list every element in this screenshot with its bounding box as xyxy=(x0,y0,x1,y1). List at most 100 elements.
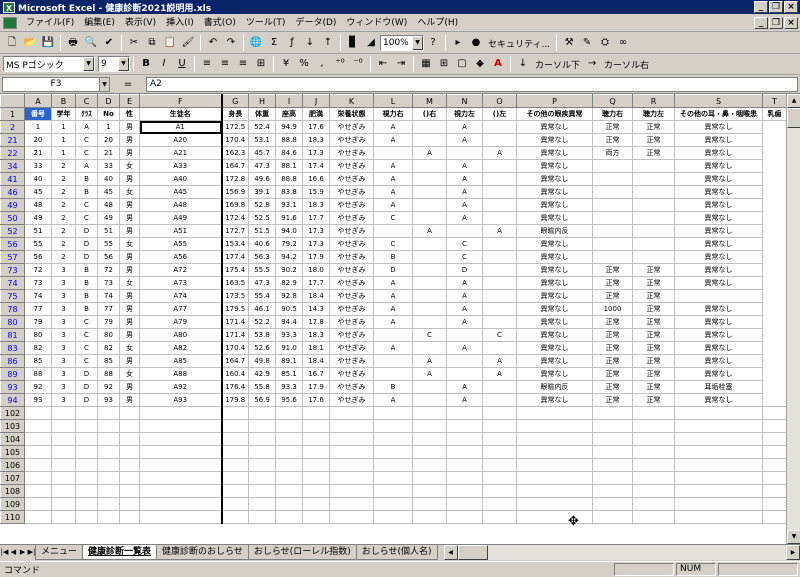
table-cell[interactable] xyxy=(412,133,447,147)
table-cell[interactable] xyxy=(482,302,517,316)
sort-descending-icon[interactable]: ↑ xyxy=(320,35,336,51)
table-cell[interactable]: 74 xyxy=(24,289,52,303)
table-cell[interactable] xyxy=(482,445,517,459)
table-cell[interactable] xyxy=(412,497,447,511)
table-cell[interactable]: 異常なし xyxy=(516,185,593,199)
table-cell[interactable]: 異常なし xyxy=(516,237,593,251)
table-cell[interactable] xyxy=(275,445,303,459)
increase-decimal-icon[interactable]: ⁺⁰ xyxy=(332,56,348,72)
table-cell[interactable] xyxy=(373,354,413,368)
table-cell[interactable]: C xyxy=(373,211,413,225)
options-icon[interactable]: ∞ xyxy=(615,35,631,51)
table-cell[interactable] xyxy=(632,406,675,420)
table-cell[interactable] xyxy=(329,497,374,511)
table-cell[interactable]: 17.9 xyxy=(302,250,330,264)
row-header[interactable]: 46 xyxy=(0,185,25,199)
table-cell[interactable] xyxy=(482,484,517,498)
row-header[interactable]: 83 xyxy=(0,341,25,355)
table-cell[interactable]: D xyxy=(75,380,98,394)
table-cell[interactable] xyxy=(302,484,330,498)
table-cell[interactable] xyxy=(302,471,330,485)
table-cell[interactable] xyxy=(592,172,633,186)
table-cell[interactable]: 40 xyxy=(24,172,52,186)
formula-input[interactable]: A2 xyxy=(146,77,798,92)
row-header[interactable]: 1 xyxy=(0,107,25,121)
table-cell[interactable] xyxy=(482,432,517,446)
table-cell[interactable]: 84.6 xyxy=(275,146,303,160)
align-center-icon[interactable]: ≡ xyxy=(217,56,233,72)
tab-notice[interactable]: 健康診断のおしらせ xyxy=(156,545,249,560)
table-cell[interactable]: 42.9 xyxy=(248,367,276,381)
table-cell[interactable]: A33 xyxy=(139,159,223,173)
table-cell[interactable] xyxy=(24,484,52,498)
table-cell[interactable]: 異常なし xyxy=(674,315,763,329)
table-cell[interactable]: 53.1 xyxy=(248,133,276,147)
table-cell[interactable] xyxy=(119,445,140,459)
table-cell[interactable]: 77 xyxy=(24,302,52,316)
table-cell[interactable]: 85 xyxy=(97,354,120,368)
first-sheet-icon[interactable]: |◀ xyxy=(0,545,9,560)
table-cell[interactable]: 176.4 xyxy=(221,380,249,394)
table-cell[interactable]: 45 xyxy=(24,185,52,199)
table-cell[interactable]: 53.8 xyxy=(248,328,276,342)
table-cell[interactable]: 1 xyxy=(51,146,76,160)
table-cell[interactable]: A xyxy=(446,198,483,212)
table-cell[interactable] xyxy=(221,458,249,472)
table-cell[interactable] xyxy=(412,315,447,329)
table-cell[interactable]: 21 xyxy=(24,146,52,160)
table-cell[interactable]: 3 xyxy=(51,328,76,342)
table-cell[interactable]: 男 xyxy=(119,380,140,394)
table-cell[interactable] xyxy=(221,406,249,420)
table-cell[interactable]: 45 xyxy=(97,185,120,199)
table-cell[interactable]: 94.4 xyxy=(275,315,303,329)
table-cell[interactable]: 男 xyxy=(119,146,140,160)
table-cell[interactable]: A xyxy=(373,289,413,303)
table-cell[interactable] xyxy=(373,224,413,238)
table-cell[interactable]: A xyxy=(373,276,413,290)
table-cell[interactable] xyxy=(632,510,675,524)
table-cell[interactable]: 20 xyxy=(24,133,52,147)
table-cell[interactable]: C xyxy=(482,328,517,342)
table-cell[interactable]: 163.5 xyxy=(221,276,249,290)
table-cell[interactable] xyxy=(516,471,593,485)
table-cell[interactable]: 79.2 xyxy=(275,237,303,251)
chevron-down-icon[interactable]: ▼ xyxy=(118,57,129,71)
table-cell[interactable]: 83.8 xyxy=(275,185,303,199)
tab-menu[interactable]: メニュー xyxy=(35,545,84,560)
table-cell[interactable]: 眼瞼内反 xyxy=(516,224,593,238)
table-cell[interactable] xyxy=(24,406,52,420)
table-cell[interactable]: 男 xyxy=(119,302,140,316)
table-cell[interactable]: A xyxy=(412,224,447,238)
table-cell[interactable] xyxy=(674,406,763,420)
table-cell[interactable] xyxy=(329,458,374,472)
table-cell[interactable] xyxy=(516,458,593,472)
table-cell[interactable] xyxy=(482,315,517,329)
spelling-icon[interactable]: ✔ xyxy=(101,35,117,51)
table-cell[interactable] xyxy=(248,445,276,459)
table-cell[interactable]: 異常なし xyxy=(516,159,593,173)
table-cell[interactable] xyxy=(412,419,447,433)
redo-icon[interactable]: ↷ xyxy=(223,35,239,51)
table-cell[interactable] xyxy=(373,510,413,524)
table-cell[interactable] xyxy=(516,445,593,459)
table-cell[interactable]: 55 xyxy=(97,237,120,251)
table-cell[interactable] xyxy=(221,497,249,511)
table-cell[interactable]: 異常なし xyxy=(516,276,593,290)
table-cell[interactable] xyxy=(75,484,98,498)
header-cell[interactable]: 身長 xyxy=(221,107,249,121)
table-cell[interactable]: 正常 xyxy=(592,133,633,147)
header-cell[interactable]: その他の眼疾異常 xyxy=(516,107,593,121)
toolbox-icon[interactable]: ⚒ xyxy=(561,35,577,51)
table-cell[interactable]: 正常 xyxy=(592,393,633,407)
table-cell[interactable] xyxy=(482,458,517,472)
table-cell[interactable]: 男 xyxy=(119,172,140,186)
font-size-combo[interactable]: 9 ▼ xyxy=(98,56,130,72)
underline-button[interactable]: U xyxy=(174,56,190,72)
table-cell[interactable]: 正常 xyxy=(632,341,675,355)
table-cell[interactable]: A xyxy=(446,341,483,355)
table-cell[interactable] xyxy=(97,445,120,459)
table-cell[interactable]: A xyxy=(482,146,517,160)
table-cell[interactable]: 1000 xyxy=(592,302,633,316)
table-cell[interactable] xyxy=(119,458,140,472)
table-cell[interactable] xyxy=(51,432,76,446)
